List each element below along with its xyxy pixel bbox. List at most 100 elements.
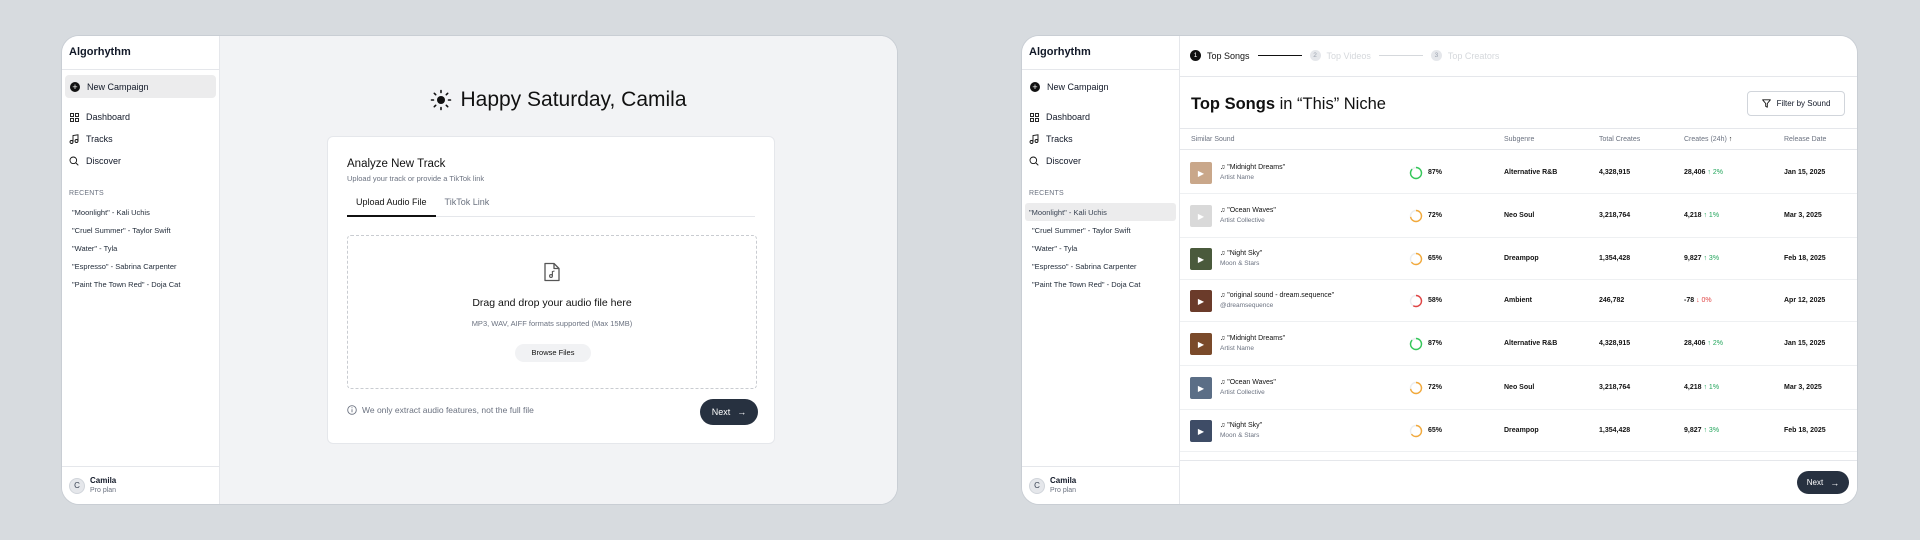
album-thumbnail[interactable]: ▶ [1190, 162, 1212, 184]
creates-change-badge: ↓ 0% [1696, 297, 1712, 304]
creates-24h-cell: 28,406 ↑ 2% [1684, 169, 1723, 176]
table-row[interactable]: ▶ ♫ "Midnight Dreams" Artist Name 87% Altern… [1180, 152, 1857, 194]
sidebar-item-discover[interactable]: Discover [1022, 150, 1179, 172]
creates-24h-value: -78 [1684, 297, 1695, 304]
creates-change-badge: ↑ 3% [1703, 255, 1720, 262]
sidebar-item-tracks[interactable]: Tracks [62, 128, 219, 150]
sidebar-item-dashboard[interactable]: Dashboard [62, 106, 219, 128]
recent-item[interactable]: "Espresso" - Sabrina Carpenter [1025, 257, 1176, 275]
new-campaign-button[interactable]: + New Campaign [65, 75, 216, 98]
table-row[interactable]: ▶ ♫ "original sound - dream.sequence" @dre… [1180, 280, 1857, 322]
audio-file-icon [544, 262, 560, 282]
music-note-icon [69, 134, 79, 144]
subgenre-cell: Dreampop [1504, 255, 1539, 262]
album-thumbnail[interactable]: ▶ [1190, 248, 1212, 270]
next-button[interactable]: Next → [1797, 471, 1849, 494]
recent-item[interactable]: "Moonlight" - Kali Uchis [65, 203, 216, 221]
subgenre-cell: Dreampop [1504, 427, 1539, 434]
greeting: Happy Saturday, Camila [220, 88, 897, 112]
sidebar-item-dashboard[interactable]: Dashboard [1022, 106, 1179, 128]
total-creates-cell: 4,328,915 [1599, 169, 1631, 176]
similarity-ring [1409, 381, 1423, 395]
recent-item[interactable]: "Cruel Summer" - Taylor Swift [1025, 221, 1176, 239]
step-number: 1 [1190, 50, 1201, 61]
recent-item[interactable]: "Paint The Town Red" - Doja Cat [1025, 275, 1176, 293]
sidebar-item-label: Tracks [86, 134, 113, 144]
song-title: ♫ "Midnight Dreams" [1220, 335, 1285, 342]
creates-change-badge: ↑ 3% [1703, 427, 1720, 434]
recent-item[interactable]: "Water" - Tyla [1025, 239, 1176, 257]
sidebar-item-label: Dashboard [1046, 112, 1091, 122]
album-thumbnail[interactable]: ▶ [1190, 290, 1212, 312]
total-creates-cell: 3,218,764 [1599, 212, 1631, 219]
play-icon: ▶ [1197, 296, 1205, 306]
col-subgenre[interactable]: Subgenre [1504, 136, 1534, 143]
recent-item[interactable]: "Cruel Summer" - Taylor Swift [65, 221, 216, 239]
table-row[interactable]: ▶ ♫ "Midnight Dreams" Artist Name 87% Altern… [1180, 322, 1857, 366]
artist-name: Moon & Stars [1220, 432, 1260, 439]
album-thumbnail[interactable]: ▶ [1190, 420, 1212, 442]
tab-upload-audio[interactable]: Upload Audio File [347, 195, 436, 217]
user-plan: Pro plan [90, 487, 117, 494]
release-date-cell: Mar 3, 2025 [1784, 384, 1822, 391]
recents-header: RECENTS [1029, 190, 1064, 197]
creates-change-badge: ↑ 2% [1707, 340, 1723, 347]
col-similar-sound[interactable]: Similar Sound [1191, 136, 1235, 143]
page-title: Top Songs in “This” Niche [1191, 95, 1386, 114]
search-icon [1029, 156, 1039, 166]
album-thumbnail[interactable]: ▶ [1190, 205, 1212, 227]
recent-item-active[interactable]: "Moonlight" - Kali Uchis [1025, 203, 1176, 221]
sidebar-item-discover[interactable]: Discover [62, 150, 219, 172]
release-date-cell: Jan 15, 2025 [1784, 169, 1826, 176]
recent-item[interactable]: "Espresso" - Sabrina Carpenter [65, 257, 216, 275]
step-top-videos[interactable]: 2 Top Videos [1309, 50, 1371, 61]
user-profile[interactable]: C Camila Pro plan [62, 466, 219, 504]
divider [1180, 76, 1857, 77]
recent-item[interactable]: "Water" - Tyla [65, 239, 216, 257]
greeting-text: Happy Saturday, Camila [460, 88, 687, 111]
dropzone-title: Drag and drop your audio file here [472, 297, 632, 309]
new-campaign-label: New Campaign [1047, 81, 1109, 92]
creates-24h-cell: 9,827 ↑ 3% [1684, 255, 1719, 262]
tab-tiktok-link[interactable]: TikTok Link [436, 195, 499, 217]
song-title-text: "Midnight Dreams" [1227, 164, 1286, 171]
table-row[interactable]: ▶ ♫ "Night Sky" Moon & Stars 65% Dreampop 1,3… [1180, 238, 1857, 280]
album-thumbnail[interactable]: ▶ [1190, 333, 1212, 355]
song-title: ♫ "Ocean Waves" [1220, 207, 1276, 214]
similarity-percent: 72% [1428, 212, 1443, 219]
tab-bar: Upload Audio File TikTok Link [347, 195, 755, 217]
dropzone[interactable]: Drag and drop your audio file here MP3, … [347, 235, 757, 389]
step-top-creators[interactable]: 3 Top Creators [1430, 50, 1499, 61]
subgenre-cell: Alternative R&B [1504, 340, 1558, 347]
user-profile[interactable]: C Camila Pro plan [1022, 466, 1179, 504]
play-icon: ▶ [1197, 168, 1205, 178]
privacy-note-text: We only extract audio features, not the … [362, 405, 534, 415]
release-date-cell: Jan 15, 2025 [1784, 340, 1826, 347]
similarity-ring [1409, 424, 1423, 438]
new-campaign-button[interactable]: + New Campaign [1025, 75, 1176, 98]
privacy-note: We only extract audio features, not the … [347, 405, 534, 415]
col-total-creates[interactable]: Total Creates [1599, 136, 1640, 143]
sidebar-item-tracks[interactable]: Tracks [1022, 128, 1179, 150]
album-thumbnail[interactable]: ▶ [1190, 377, 1212, 399]
total-creates-cell: 1,354,428 [1599, 427, 1631, 434]
similarity-percent: 72% [1428, 384, 1443, 391]
creates-change-badge: ↑ 1% [1703, 384, 1720, 391]
step-top-songs[interactable]: 1 Top Songs [1190, 50, 1250, 61]
creates-24h-value: 9,827 [1684, 427, 1702, 434]
table-row[interactable]: ▶ ♫ "Ocean Waves" Artist Collective 72% Neo … [1180, 366, 1857, 410]
table-row[interactable]: ▶ ♫ "Night Sky" Moon & Stars 65% Dreampop 1,3… [1180, 410, 1857, 452]
song-title: ♫ "Night Sky" [1220, 422, 1262, 429]
creates-24h-value: 28,406 [1684, 169, 1706, 176]
filter-by-sound-button[interactable]: Filter by Sound [1747, 91, 1845, 116]
plus-icon: + [70, 81, 80, 92]
col-creates-24h[interactable]: Creates (24h) ↑ [1684, 136, 1732, 143]
recent-item[interactable]: "Paint The Town Red" - Doja Cat [65, 275, 216, 293]
next-button[interactable]: Next → [700, 399, 758, 425]
similarity-ring [1409, 209, 1423, 223]
subgenre-cell: Ambient [1504, 297, 1532, 304]
browse-files-button[interactable]: Browse Files [515, 344, 591, 362]
table-row[interactable]: ▶ ♫ "Ocean Waves" Artist Collective 72% Neo … [1180, 194, 1857, 238]
main-content: 1 Top Songs 2 Top Videos 3 Top Creators … [1180, 36, 1857, 504]
col-release-date[interactable]: Release Date [1784, 136, 1826, 143]
